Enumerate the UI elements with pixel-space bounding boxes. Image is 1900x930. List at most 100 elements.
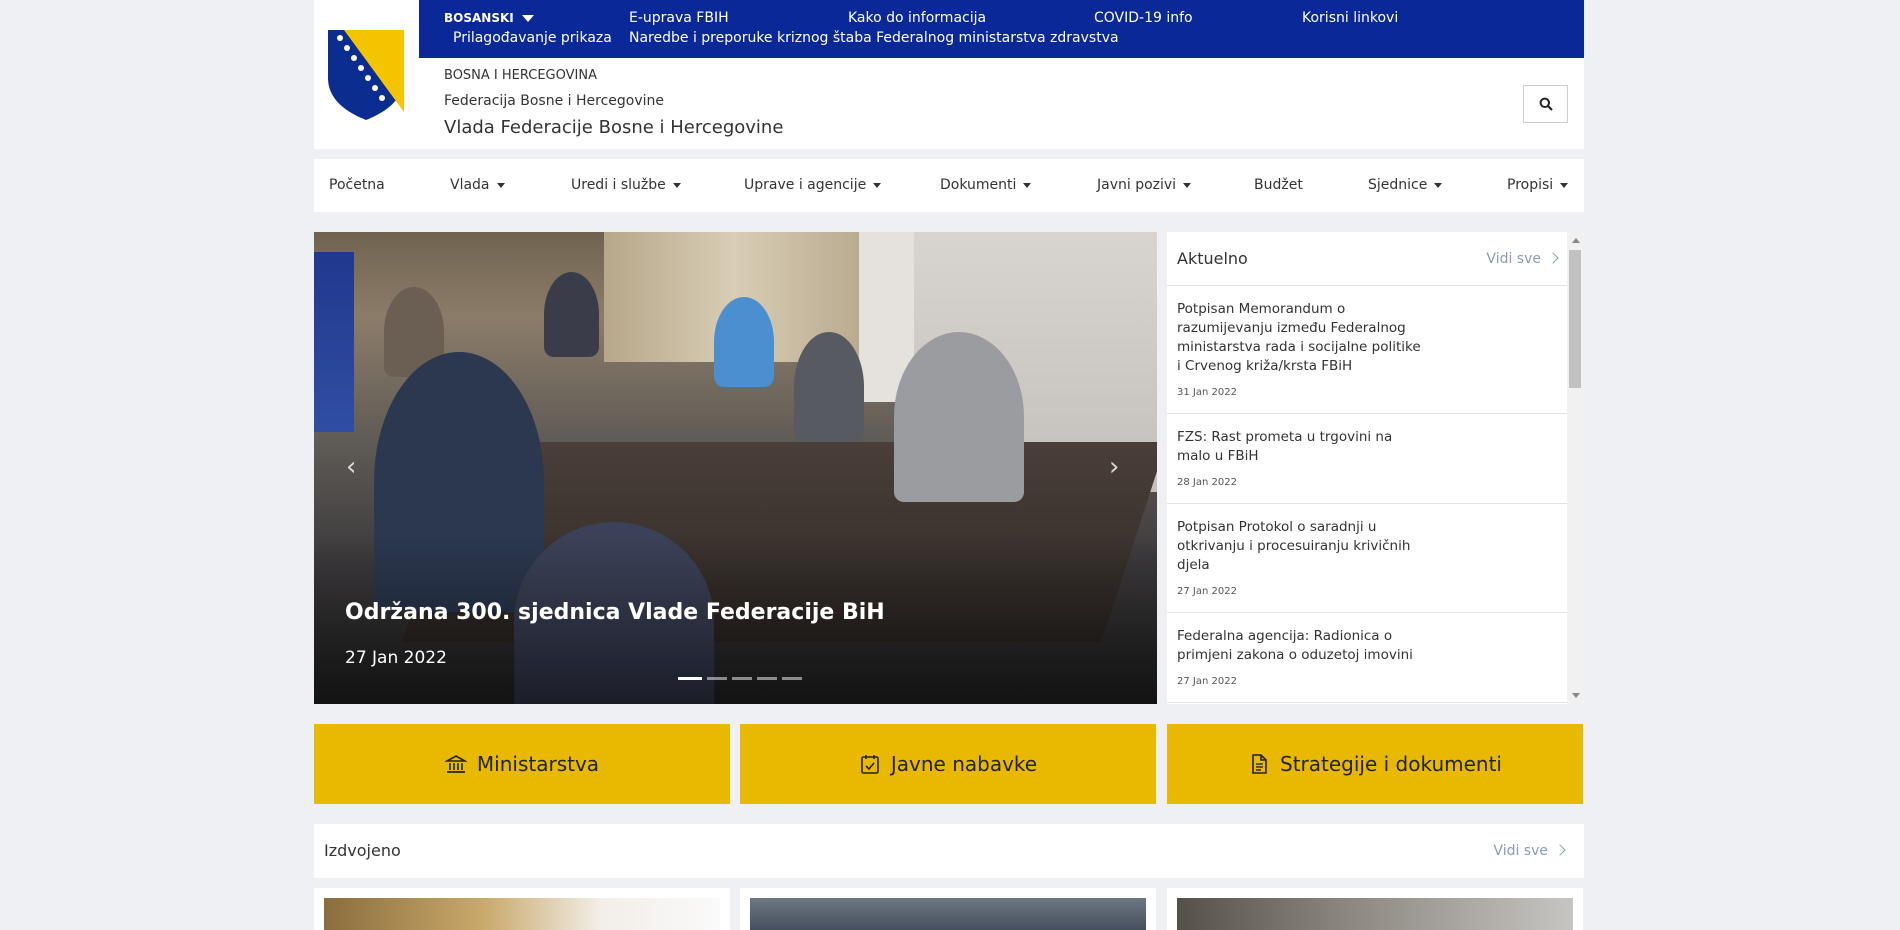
carousel-dot[interactable] bbox=[732, 677, 752, 680]
scrollbar-thumb[interactable] bbox=[1569, 250, 1581, 388]
nav-label: Sjednice bbox=[1368, 177, 1428, 193]
hero-carousel[interactable]: ‹ › Održana 300. sjednica Vlade Federaci… bbox=[314, 232, 1157, 704]
hero-photo-person bbox=[794, 332, 864, 442]
carousel-prev-icon[interactable]: ‹ bbox=[346, 452, 356, 482]
aktuelno-see-all-link[interactable]: Vidi sve bbox=[1486, 251, 1559, 267]
hero-title[interactable]: Održana 300. sjednica Vlade Federacije B… bbox=[345, 600, 885, 625]
language-selector[interactable]: BOSANSKI bbox=[444, 11, 534, 25]
aktuelno-title: Aktuelno bbox=[1177, 249, 1248, 268]
nav-item-dokumenti[interactable]: Dokumenti bbox=[940, 159, 1032, 212]
chevron-right-icon bbox=[1547, 252, 1559, 264]
korisni-linkovi-link[interactable]: Korisni linkovi bbox=[1302, 10, 1398, 26]
news-item[interactable]: FZS: Rast prometa u trgovini na malo u F… bbox=[1167, 414, 1567, 504]
carousel-dot[interactable] bbox=[707, 677, 727, 680]
nav-label: Uprave i agencije bbox=[744, 177, 867, 193]
izdvojeno-see-all-link[interactable]: Vidi sve bbox=[1493, 843, 1566, 859]
hero-photo-person bbox=[894, 332, 1024, 502]
news-item-title[interactable]: Federalna agencija: Radionica o primjeni… bbox=[1177, 627, 1427, 665]
nav-item-uredi[interactable]: Uredi i službe bbox=[571, 159, 681, 212]
featured-card[interactable] bbox=[740, 888, 1156, 930]
chevron-right-icon bbox=[1554, 844, 1566, 856]
search-icon bbox=[1539, 97, 1553, 111]
chevron-down-icon bbox=[873, 182, 882, 188]
chevron-down-icon bbox=[1560, 182, 1569, 188]
nav-item-budzet[interactable]: Budžet bbox=[1254, 159, 1303, 212]
news-item-date: 27 Jan 2022 bbox=[1177, 676, 1237, 687]
e-uprava-link[interactable]: E-uprava FBIH bbox=[629, 10, 729, 26]
nav-label: Budžet bbox=[1254, 177, 1303, 193]
tile-label: Ministarstva bbox=[476, 752, 600, 776]
nav-label: Javni pozivi bbox=[1097, 177, 1177, 193]
tile-javne-nabavke[interactable]: Javne nabavke bbox=[740, 724, 1156, 804]
tile-ministarstva[interactable]: Ministarstva bbox=[314, 724, 730, 804]
chevron-down-icon bbox=[672, 182, 681, 188]
carousel-dot[interactable] bbox=[757, 677, 777, 680]
chevron-down-icon bbox=[521, 15, 534, 22]
carousel-indicators bbox=[678, 677, 802, 680]
org-country: BOSNA I HERCEGOVINA bbox=[444, 68, 597, 83]
nav-label: Početna bbox=[329, 177, 385, 193]
hero-photo-flag bbox=[314, 252, 354, 432]
aktuelno-scrollbar[interactable] bbox=[1567, 232, 1584, 704]
covid-info-link[interactable]: COVID-19 info bbox=[1094, 10, 1193, 26]
nav-label: Uredi i službe bbox=[571, 177, 666, 193]
tile-label: Javne nabavke bbox=[890, 752, 1038, 776]
nav-item-javni-pozivi[interactable]: Javni pozivi bbox=[1097, 159, 1192, 212]
tile-label: Strategije i dokumenti bbox=[1280, 752, 1502, 776]
featured-card[interactable] bbox=[1167, 888, 1583, 930]
site-header: BOSANSKI Prilagođavanje prikaza E-uprava… bbox=[314, 0, 1584, 149]
nav-item-uprave[interactable]: Uprave i agencije bbox=[744, 159, 882, 212]
covid-orders-link[interactable]: Naredbe i preporuke kriznog štaba Federa… bbox=[629, 30, 1119, 46]
see-all-label: Vidi sve bbox=[1493, 843, 1548, 859]
tile-strategije[interactable]: Strategije i dokumenti bbox=[1167, 724, 1583, 804]
org-federation: Federacija Bosne i Hercegovine bbox=[444, 93, 664, 109]
izdvojeno-header: Izdvojeno Vidi sve bbox=[314, 824, 1584, 878]
hero-photo-person bbox=[544, 272, 599, 357]
news-item-title[interactable]: Potpisan Memorandum o razumijevanju izme… bbox=[1177, 300, 1427, 376]
scroll-down-icon[interactable] bbox=[1572, 693, 1580, 698]
featured-card-image[interactable] bbox=[324, 898, 720, 930]
language-label: BOSANSKI bbox=[444, 11, 514, 25]
chevron-down-icon bbox=[496, 182, 505, 188]
aktuelno-header: Aktuelno Vidi sve bbox=[1167, 232, 1567, 286]
see-all-label: Vidi sve bbox=[1486, 251, 1541, 267]
aktuelno-panel: Aktuelno Vidi sve Potpisan Memorandum o … bbox=[1167, 232, 1567, 704]
org-government[interactable]: Vlada Federacije Bosne i Hercegovine bbox=[444, 117, 783, 138]
display-settings-link[interactable]: Prilagođavanje prikaza bbox=[453, 30, 612, 46]
nav-item-sjednice[interactable]: Sjednice bbox=[1368, 159, 1443, 212]
hero-date: 27 Jan 2022 bbox=[345, 648, 447, 668]
scroll-up-icon[interactable] bbox=[1572, 238, 1580, 243]
hero-photo-person bbox=[714, 297, 774, 387]
carousel-next-icon[interactable]: › bbox=[1109, 452, 1119, 482]
news-item-date: 28 Jan 2022 bbox=[1177, 477, 1237, 488]
news-item[interactable]: Potpisan Memorandum o razumijevanju izme… bbox=[1167, 286, 1567, 414]
bank-icon bbox=[444, 755, 467, 773]
nav-item-pocetna[interactable]: Početna bbox=[329, 159, 385, 212]
search-button[interactable] bbox=[1523, 85, 1568, 123]
nav-item-vlada[interactable]: Vlada bbox=[450, 159, 505, 212]
kako-do-informacija-link[interactable]: Kako do informacija bbox=[848, 10, 986, 26]
coat-of-arms-logo[interactable] bbox=[326, 30, 406, 120]
nav-label: Dokumenti bbox=[940, 177, 1017, 193]
izdvojeno-title: Izdvojeno bbox=[324, 841, 401, 860]
featured-card-image[interactable] bbox=[1177, 898, 1573, 930]
carousel-dot[interactable] bbox=[678, 677, 702, 680]
chevron-down-icon bbox=[1023, 182, 1032, 188]
featured-card[interactable] bbox=[314, 888, 730, 930]
featured-card-image[interactable] bbox=[750, 898, 1146, 930]
news-item[interactable]: Federalna agencija: Radionica o primjeni… bbox=[1167, 613, 1567, 703]
chevron-down-icon bbox=[1434, 182, 1443, 188]
news-item[interactable]: Potpisan Protokol o saradnji u otkrivanj… bbox=[1167, 504, 1567, 613]
news-item-date: 31 Jan 2022 bbox=[1177, 387, 1237, 398]
nav-label: Vlada bbox=[450, 177, 490, 193]
chevron-down-icon bbox=[1183, 182, 1192, 188]
top-bar: BOSANSKI Prilagođavanje prikaza E-uprava… bbox=[419, 0, 1584, 58]
news-item-title[interactable]: FZS: Rast prometa u trgovini na malo u F… bbox=[1177, 428, 1427, 466]
document-icon bbox=[1252, 754, 1267, 774]
main-nav: Početna Vlada Uredi i službe Uprave i ag… bbox=[314, 159, 1584, 212]
calendar-check-icon bbox=[861, 755, 879, 774]
news-item-title[interactable]: Potpisan Protokol o saradnji u otkrivanj… bbox=[1177, 518, 1427, 575]
nav-label: Propisi bbox=[1507, 177, 1554, 193]
carousel-dot[interactable] bbox=[782, 677, 802, 680]
nav-item-propisi[interactable]: Propisi bbox=[1507, 159, 1569, 212]
